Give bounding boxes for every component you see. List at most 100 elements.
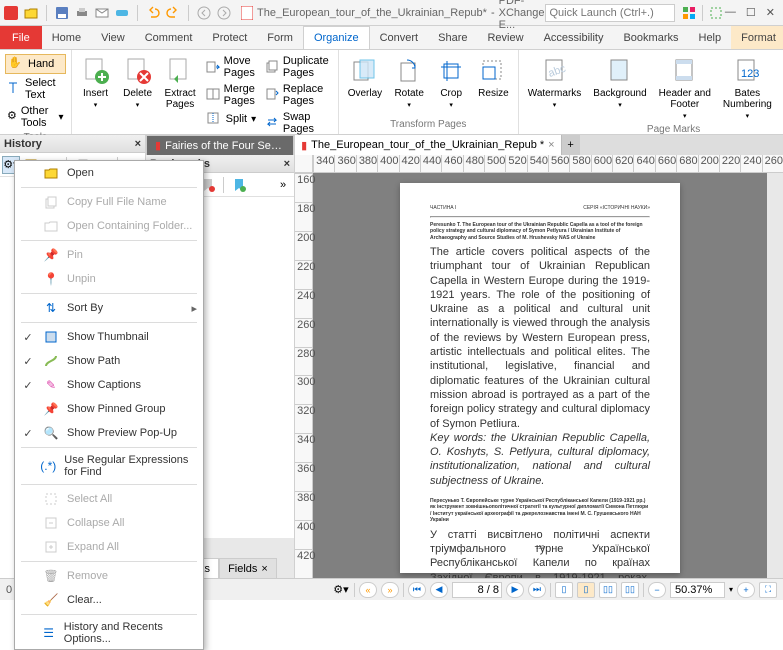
zoom-dropdown-icon[interactable]: ▾ [729, 585, 733, 594]
ctx-unpin[interactable]: 📍Unpin [15, 267, 203, 291]
hand-tool[interactable]: ✋Hand [5, 54, 66, 74]
ctx-copy-name[interactable]: Copy Full File Name [15, 190, 203, 214]
merge-pages[interactable]: Merge Pages [204, 82, 259, 108]
new-tab-button[interactable]: + [562, 135, 580, 155]
watermarks-button[interactable]: abcWatermarks▾ [524, 54, 586, 111]
bookmarks-close-icon[interactable]: × [284, 158, 290, 170]
ctx-show-captions[interactable]: ✓✎Show Captions [15, 373, 203, 397]
nav-fwd-icon[interactable] [215, 4, 233, 22]
nav-next-view[interactable]: » [381, 582, 399, 598]
menu-bookmarks[interactable]: Bookmarks [613, 26, 688, 49]
doc-icon [241, 6, 253, 20]
ctx-pin[interactable]: 📌Pin [15, 243, 203, 267]
ctx-expand-all[interactable]: Expand All [15, 535, 203, 559]
menu-form[interactable]: Form [257, 26, 303, 49]
tab-close-icon[interactable]: × [548, 139, 554, 151]
doc-tab-active[interactable]: ▮The_European_tour_of_the_Ukrainian_Repu… [295, 135, 562, 155]
status-options-icon[interactable]: ⚙▾ [332, 581, 350, 599]
swap-pages[interactable]: Swap Pages [263, 110, 333, 136]
delete-button[interactable]: Delete▾ [119, 54, 157, 111]
ctx-clear[interactable]: 🧹Clear... [15, 588, 203, 612]
move-pages[interactable]: Move Pages [204, 54, 259, 80]
scroll-vertical[interactable] [767, 173, 783, 578]
ctx-options[interactable]: ☰History and Recents Options... [15, 617, 203, 649]
open-icon[interactable] [22, 4, 40, 22]
menu-home[interactable]: Home [42, 26, 91, 49]
rotate-button[interactable]: Rotate▾ [390, 54, 428, 111]
ctx-open[interactable]: Open [15, 161, 203, 185]
fit-page-icon[interactable]: ⛶ [759, 582, 777, 598]
two-page-icon[interactable]: ▯▯ [599, 582, 617, 598]
prev-page-button[interactable]: ◀ [430, 582, 448, 598]
menu-review[interactable]: Review [477, 26, 533, 49]
menu-help[interactable]: Help [689, 26, 732, 49]
ctx-show-thumb[interactable]: ✓Show Thumbnail [15, 325, 203, 349]
insert-button[interactable]: Insert▾ [77, 54, 115, 111]
single-page-icon[interactable]: ▯ [555, 582, 573, 598]
resize-button[interactable]: Resize [474, 54, 513, 101]
select-text-tool[interactable]: Select Text [5, 76, 66, 102]
doc-tab-fairies-mini[interactable]: ▮Fairies of the Four Seasons 3_Optimized… [146, 135, 294, 155]
nav-prev-view[interactable]: « [359, 582, 377, 598]
background-button[interactable]: Background▾ [589, 54, 650, 111]
next-page-button[interactable]: ▶ [506, 582, 524, 598]
ctx-show-path[interactable]: ✓Show Path [15, 349, 203, 373]
print-icon[interactable] [73, 4, 91, 22]
swap-icon [265, 115, 279, 131]
split-pages[interactable]: Split ▾ [204, 110, 259, 128]
tab-close-icon[interactable]: × [261, 563, 267, 575]
continuous-icon[interactable]: ▯ [577, 582, 595, 598]
first-page-button[interactable]: ⏮ [408, 582, 426, 598]
scan-icon[interactable] [113, 4, 131, 22]
menu-view[interactable]: View [91, 26, 135, 49]
zoom-in-button[interactable]: + [737, 582, 755, 598]
ctx-remove[interactable]: 🗑Remove [15, 564, 203, 588]
ctx-show-pinned[interactable]: 📌Show Pinned Group [15, 397, 203, 421]
replace-icon [265, 87, 279, 103]
zoom-out-button[interactable]: − [648, 582, 666, 598]
ctx-select-all[interactable]: Select All [15, 487, 203, 511]
save-icon[interactable] [53, 4, 71, 22]
ctx-sort-by[interactable]: ⇅Sort By▸ [15, 296, 203, 320]
duplicate-pages[interactable]: Duplicate Pages [263, 54, 333, 80]
tab-fields[interactable]: Fields× [219, 558, 277, 578]
menu-organize[interactable]: Organize [303, 26, 370, 49]
quick-launch-input[interactable] [545, 4, 675, 22]
crop-button[interactable]: Crop▾ [432, 54, 470, 111]
menu-file[interactable]: File [0, 26, 42, 49]
app-icon[interactable] [2, 4, 20, 22]
menu-convert[interactable]: Convert [370, 26, 429, 49]
undo-icon[interactable] [144, 4, 162, 22]
last-page-button[interactable]: ⏭ [528, 582, 546, 598]
bates-button[interactable]: 123Bates Numbering▾ [719, 54, 776, 122]
header-footer-button[interactable]: Header and Footer▾ [655, 54, 715, 122]
redo-icon[interactable] [164, 4, 182, 22]
bm-add-icon[interactable] [230, 176, 248, 194]
close-button[interactable]: ✕ [766, 6, 775, 19]
replace-pages[interactable]: Replace Pages [263, 82, 333, 108]
email-icon[interactable] [93, 4, 111, 22]
page-input[interactable] [452, 582, 502, 598]
maximize-button[interactable]: ☐ [746, 6, 756, 19]
ctx-show-preview[interactable]: ✓🔍Show Preview Pop-Up [15, 421, 203, 445]
ctx-collapse-all[interactable]: Collapse All [15, 511, 203, 535]
ctx-use-regex[interactable]: (.*)Use Regular Expressions for Find [15, 450, 203, 482]
menu-accessibility[interactable]: Accessibility [534, 26, 614, 49]
two-continuous-icon[interactable]: ▯▯ [621, 582, 639, 598]
nav-back-icon[interactable] [195, 4, 213, 22]
zoom-input[interactable] [670, 582, 725, 598]
menu-share[interactable]: Share [428, 26, 477, 49]
maximize-toggle-icon[interactable] [707, 4, 725, 22]
menu-format[interactable]: Format [731, 26, 783, 49]
menu-comment[interactable]: Comment [135, 26, 203, 49]
ctx-open-folder[interactable]: Open Containing Folder... [15, 214, 203, 238]
other-tools[interactable]: ⚙Other Tools ▾ [5, 104, 66, 130]
history-close-icon[interactable]: × [135, 138, 141, 150]
bm-chevron-icon[interactable]: » [274, 176, 292, 194]
page-wrap[interactable]: ЧАСТИНА IСЕРІЯ «ІСТОРИЧНІ НАУКИ» Peresun… [313, 173, 767, 578]
extract-button[interactable]: Extract Pages [161, 54, 200, 112]
menu-protect[interactable]: Protect [202, 26, 257, 49]
ui-opt-icon[interactable] [681, 4, 699, 22]
minimize-button[interactable]: — [725, 6, 736, 19]
overlay-button[interactable]: Overlay [344, 54, 386, 101]
